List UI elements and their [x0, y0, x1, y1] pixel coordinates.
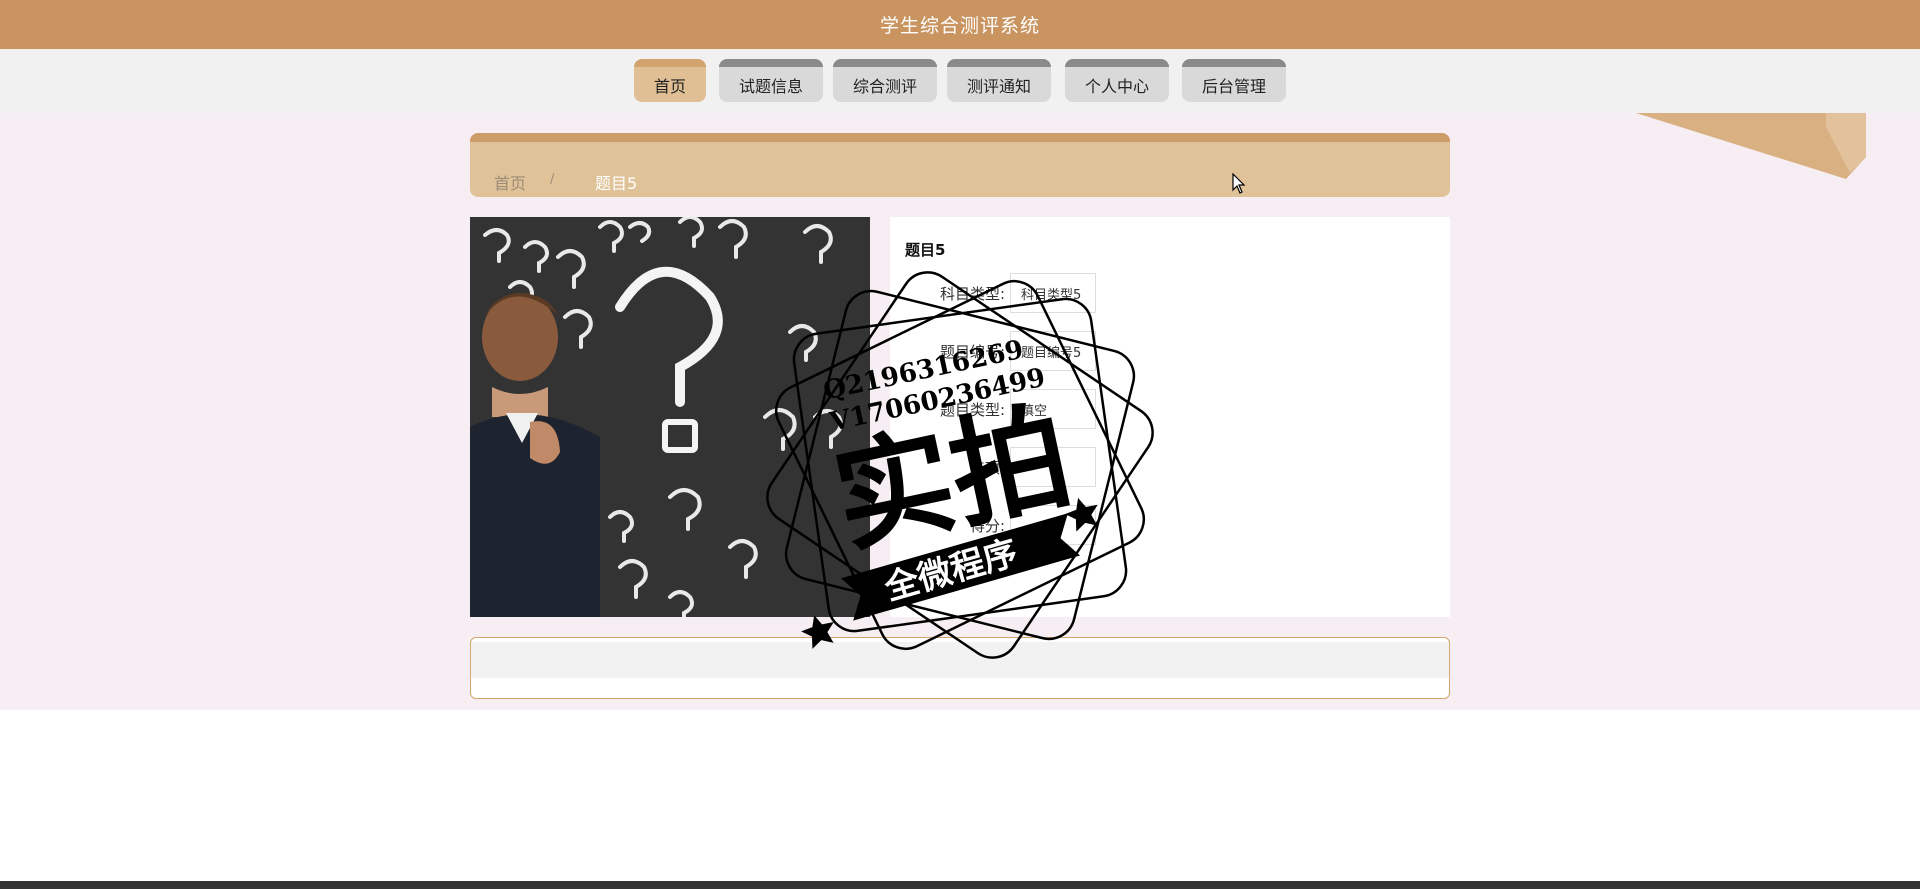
question-image	[470, 217, 870, 617]
nav-item-evaluation[interactable]: 综合测评	[833, 59, 937, 102]
score-label: 得分:	[969, 517, 1005, 535]
nav-item-questions[interactable]: 试题信息	[719, 59, 823, 102]
breadcrumb-separator: /	[550, 172, 555, 187]
score-value	[1010, 505, 1096, 545]
question-title: 题目5	[905, 241, 946, 259]
content-box-header	[471, 642, 1449, 678]
app-title: 学生综合测评系统	[879, 15, 1040, 37]
main-nav: 首页 试题信息 综合测评 测评通知 个人中心 后台管理	[0, 49, 1920, 113]
nav-item-notices[interactable]: 测评通知	[947, 59, 1051, 102]
nav-item-profile[interactable]: 个人中心	[1065, 59, 1169, 102]
question-number-value: 题目编号5	[1010, 331, 1096, 371]
breadcrumb: 首页 / 题目5	[470, 133, 1450, 197]
question-detail-panel: 题目5 科目类型: 科目类型5 题目编号: 题目编号5 题目类型: 填空 选项:…	[890, 217, 1450, 617]
subject-type-value: 科目类型5	[1010, 273, 1096, 313]
options-label: 选项:	[969, 459, 1005, 477]
breadcrumb-current: 题目5	[595, 174, 638, 193]
nav-item-admin[interactable]: 后台管理	[1182, 59, 1286, 102]
question-type-value: 填空	[1010, 389, 1096, 429]
question-number-label: 题目编号:	[939, 343, 1005, 361]
nav-item-home[interactable]: 首页	[634, 59, 706, 102]
top-bar: 学生综合测评系统	[0, 0, 1920, 49]
subject-type-label: 科目类型:	[939, 285, 1005, 303]
breadcrumb-home-link[interactable]: 首页	[494, 170, 526, 194]
thinking-man-illustration	[470, 217, 870, 617]
content-box	[470, 637, 1450, 699]
mouse-cursor-icon	[1232, 173, 1246, 194]
footer-bar	[0, 881, 1920, 889]
question-type-label: 题目类型:	[939, 401, 1005, 419]
decorative-shape	[1636, 113, 1866, 179]
options-value	[1010, 447, 1096, 487]
